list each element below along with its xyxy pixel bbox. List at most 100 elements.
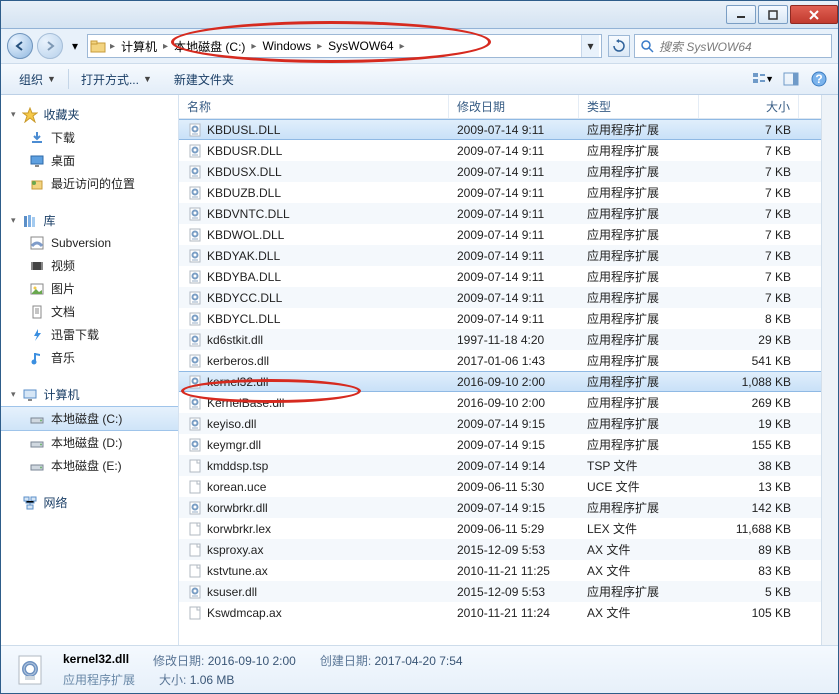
- breadcrumb-dropdown-icon[interactable]: ▾: [581, 35, 599, 57]
- chevron-right-icon[interactable]: ▸: [313, 41, 326, 52]
- table-row[interactable]: ksuser.dll2015-12-09 5:53应用程序扩展5 KB: [179, 581, 821, 602]
- file-thumb-icon: [11, 650, 51, 690]
- file-size: 89 KB: [699, 543, 799, 557]
- details-filename: kernel32.dll: [63, 652, 129, 666]
- sidebar-item-documents[interactable]: 文档: [1, 300, 178, 323]
- file-icon: [187, 521, 203, 537]
- sidebar-item-pictures[interactable]: 图片: [1, 277, 178, 300]
- title-bar[interactable]: [1, 1, 838, 29]
- drive-icon: [29, 435, 45, 451]
- chevron-right-icon[interactable]: ▸: [159, 41, 172, 52]
- table-row[interactable]: KBDVNTC.DLL2009-07-14 9:11应用程序扩展7 KB: [179, 203, 821, 224]
- column-header-name[interactable]: 名称: [179, 95, 449, 118]
- table-row[interactable]: Kswdmcap.ax2010-11-21 11:24AX 文件105 KB: [179, 602, 821, 623]
- sidebar-computer-header[interactable]: ▾计算机: [1, 383, 178, 406]
- sidebar-item-subversion[interactable]: Subversion: [1, 232, 178, 254]
- dll-icon: [187, 395, 203, 411]
- file-date: 2009-06-11 5:29: [449, 522, 579, 536]
- refresh-button[interactable]: [608, 35, 630, 57]
- back-button[interactable]: [7, 33, 33, 59]
- table-row[interactable]: keymgr.dll2009-07-14 9:15应用程序扩展155 KB: [179, 434, 821, 455]
- recent-dropdown-icon[interactable]: ▾: [67, 38, 83, 54]
- sidebar-item-drive-c[interactable]: 本地磁盘 (C:): [1, 406, 178, 431]
- sidebar-favorites-header[interactable]: ▾收藏夹: [1, 103, 178, 126]
- file-type: UCE 文件: [579, 478, 699, 495]
- table-row[interactable]: KernelBase.dll2016-09-10 2:00应用程序扩展269 K…: [179, 392, 821, 413]
- table-row[interactable]: ksproxy.ax2015-12-09 5:53AX 文件89 KB: [179, 539, 821, 560]
- column-header-type[interactable]: 类型: [579, 95, 699, 118]
- breadcrumb-item[interactable]: Windows: [260, 39, 313, 53]
- search-input[interactable]: 搜索 SysWOW64: [634, 34, 832, 58]
- table-row[interactable]: KBDYCC.DLL2009-07-14 9:11应用程序扩展7 KB: [179, 287, 821, 308]
- file-date: 2009-07-14 9:11: [449, 291, 579, 305]
- svg-text:?: ?: [815, 72, 822, 86]
- open-with-button[interactable]: 打开方式...▼: [71, 67, 162, 92]
- table-row[interactable]: korean.uce2009-06-11 5:30UCE 文件13 KB: [179, 476, 821, 497]
- dll-icon: [187, 416, 203, 432]
- table-row[interactable]: korwbrkr.dll2009-07-14 9:15应用程序扩展142 KB: [179, 497, 821, 518]
- file-type: 应用程序扩展: [579, 205, 699, 222]
- sidebar-item-recent[interactable]: 最近访问的位置: [1, 172, 178, 195]
- chevron-right-icon[interactable]: ▸: [106, 41, 119, 52]
- dll-icon: [187, 227, 203, 243]
- forward-button[interactable]: [37, 33, 63, 59]
- file-name: KBDYBA.DLL: [207, 270, 281, 284]
- file-type: AX 文件: [579, 562, 699, 579]
- chevron-right-icon[interactable]: ▸: [247, 41, 260, 52]
- file-type: 应用程序扩展: [579, 331, 699, 348]
- minimize-button[interactable]: [726, 5, 756, 24]
- new-folder-button[interactable]: 新建文件夹: [164, 67, 244, 92]
- close-button[interactable]: [790, 5, 838, 24]
- breadcrumb-item[interactable]: SysWOW64: [326, 39, 395, 53]
- file-date: 2009-07-14 9:11: [449, 207, 579, 221]
- sidebar-item-videos[interactable]: 视频: [1, 254, 178, 277]
- navigation-pane[interactable]: ▾收藏夹 下载 桌面 最近访问的位置 ▾库 Subversion 视频 图片 文…: [1, 95, 179, 645]
- sidebar-item-drive-d[interactable]: 本地磁盘 (D:): [1, 431, 178, 454]
- file-type: 应用程序扩展: [579, 142, 699, 159]
- scrollbar-vertical[interactable]: [821, 95, 838, 645]
- table-row[interactable]: kmddsp.tsp2009-07-14 9:14TSP 文件38 KB: [179, 455, 821, 476]
- help-button[interactable]: ?: [808, 68, 830, 90]
- table-row[interactable]: korwbrkr.lex2009-06-11 5:29LEX 文件11,688 …: [179, 518, 821, 539]
- file-date: 2009-07-14 9:11: [449, 186, 579, 200]
- file-size: 29 KB: [699, 333, 799, 347]
- dll-icon: [187, 290, 203, 306]
- column-header-date[interactable]: 修改日期: [449, 95, 579, 118]
- view-options-button[interactable]: ▼: [752, 68, 774, 90]
- organize-button[interactable]: 组织▼: [9, 67, 66, 92]
- dll-icon: [187, 206, 203, 222]
- breadcrumb-item[interactable]: 计算机: [119, 38, 159, 55]
- table-row[interactable]: kstvtune.ax2010-11-21 11:25AX 文件83 KB: [179, 560, 821, 581]
- table-row[interactable]: keyiso.dll2009-07-14 9:15应用程序扩展19 KB: [179, 413, 821, 434]
- file-date: 2009-07-14 9:11: [449, 123, 579, 137]
- sidebar-item-music[interactable]: 音乐: [1, 346, 178, 369]
- file-date: 2015-12-09 5:53: [449, 585, 579, 599]
- sidebar-item-thunder[interactable]: 迅雷下载: [1, 323, 178, 346]
- table-row[interactable]: KBDYAK.DLL2009-07-14 9:11应用程序扩展7 KB: [179, 245, 821, 266]
- file-type: AX 文件: [579, 541, 699, 558]
- table-row[interactable]: kernel32.dll2016-09-10 2:00应用程序扩展1,088 K…: [179, 371, 821, 392]
- chevron-right-icon[interactable]: ▸: [396, 41, 409, 52]
- preview-pane-button[interactable]: [780, 68, 802, 90]
- table-row[interactable]: KBDUSL.DLL2009-07-14 9:11应用程序扩展7 KB: [179, 119, 821, 140]
- breadcrumb-bar[interactable]: ▸ 计算机 ▸ 本地磁盘 (C:) ▸ Windows ▸ SysWOW64 ▸…: [87, 34, 602, 58]
- file-name: KBDUSX.DLL: [207, 165, 282, 179]
- table-row[interactable]: KBDYCL.DLL2009-07-14 9:11应用程序扩展8 KB: [179, 308, 821, 329]
- table-row[interactable]: KBDUSX.DLL2009-07-14 9:11应用程序扩展7 KB: [179, 161, 821, 182]
- sidebar-item-drive-e[interactable]: 本地磁盘 (E:): [1, 454, 178, 477]
- table-row[interactable]: KBDUZB.DLL2009-07-14 9:11应用程序扩展7 KB: [179, 182, 821, 203]
- table-row[interactable]: KBDYBA.DLL2009-07-14 9:11应用程序扩展7 KB: [179, 266, 821, 287]
- column-header-size[interactable]: 大小: [699, 95, 799, 118]
- table-row[interactable]: kerberos.dll2017-01-06 1:43应用程序扩展541 KB: [179, 350, 821, 371]
- details-create-date: 2017-04-20 7:54: [375, 654, 463, 668]
- sidebar-item-desktop[interactable]: 桌面: [1, 149, 178, 172]
- sidebar-item-downloads[interactable]: 下载: [1, 126, 178, 149]
- maximize-button[interactable]: [758, 5, 788, 24]
- table-row[interactable]: KBDWOL.DLL2009-07-14 9:11应用程序扩展7 KB: [179, 224, 821, 245]
- table-row[interactable]: kd6stkit.dll1997-11-18 4:20应用程序扩展29 KB: [179, 329, 821, 350]
- sidebar-network-header[interactable]: ▾网络: [1, 491, 178, 514]
- table-row[interactable]: KBDUSR.DLL2009-07-14 9:11应用程序扩展7 KB: [179, 140, 821, 161]
- file-list[interactable]: 名称 修改日期 类型 大小 KBDUSL.DLL2009-07-14 9:11应…: [179, 95, 821, 645]
- sidebar-libraries-header[interactable]: ▾库: [1, 209, 178, 232]
- breadcrumb-item[interactable]: 本地磁盘 (C:): [172, 38, 247, 55]
